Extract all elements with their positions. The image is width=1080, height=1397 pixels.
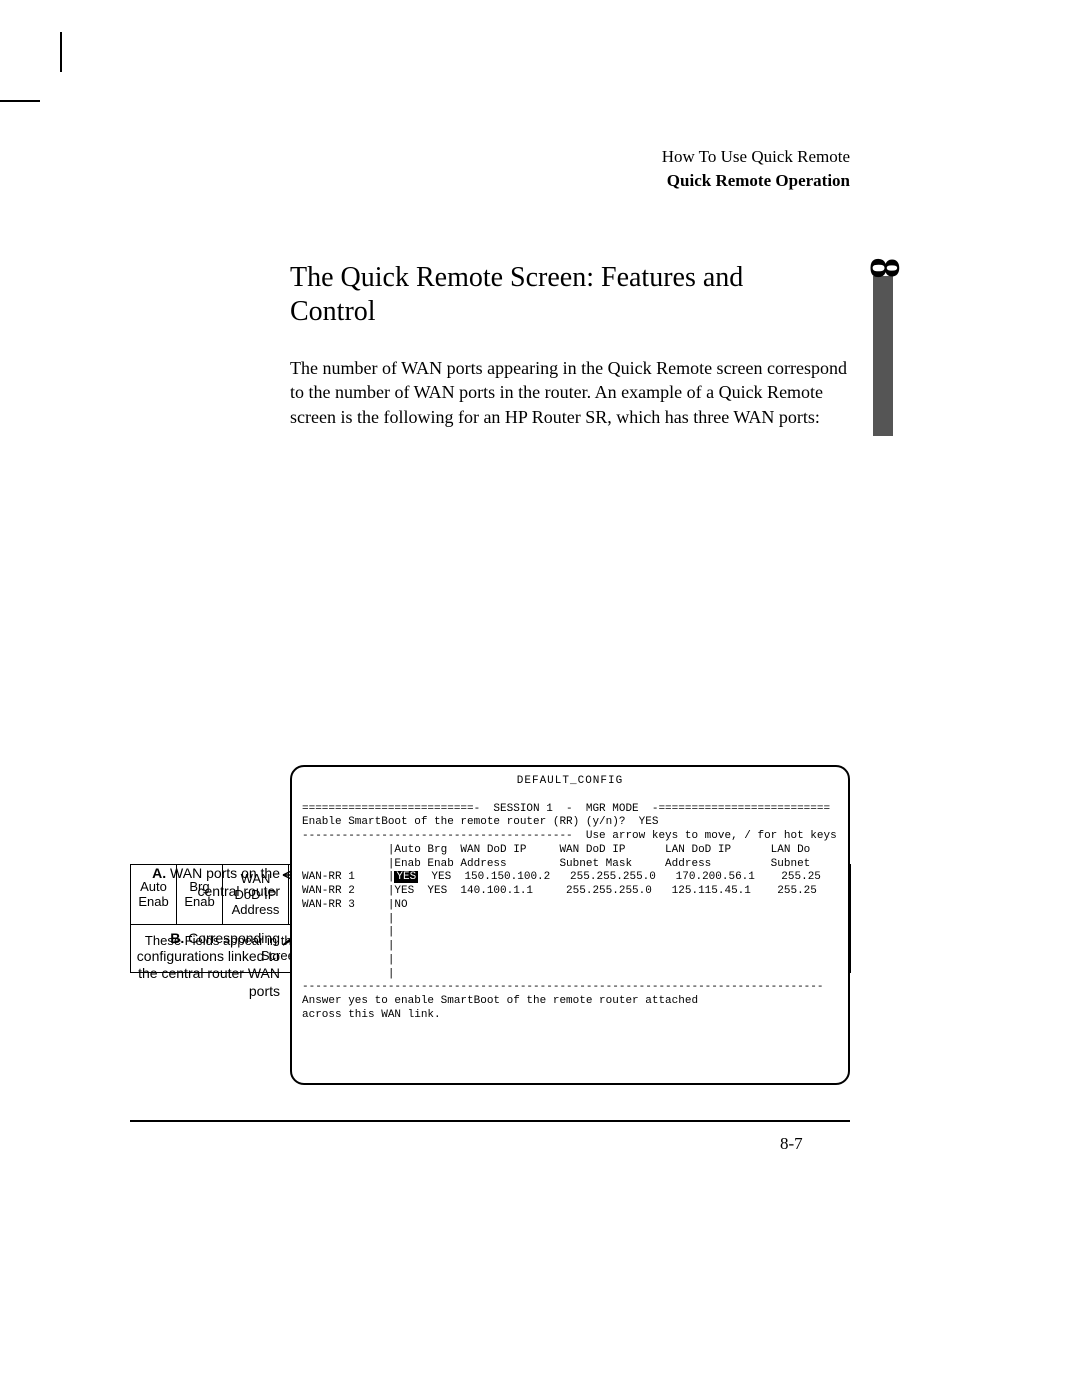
running-header: How To Use Quick Remote Quick Remote Ope… bbox=[190, 147, 850, 191]
header-line2: Quick Remote Operation bbox=[190, 171, 850, 191]
terminal-row: WAN-RR 2 |YES YES 140.100.1.1 255.255.25… bbox=[302, 885, 838, 899]
page-number: 8-7 bbox=[780, 1134, 803, 1154]
intro-paragraph: The number of WAN ports appearing in the… bbox=[290, 356, 850, 429]
section-title: The Quick Remote Screen: Features and Co… bbox=[290, 261, 760, 328]
figure-8-3: A. WAN ports on the central router B. Co… bbox=[130, 765, 880, 791]
footer-rule bbox=[130, 1120, 850, 1122]
terminal-screenshot: DEFAULT_CONFIG =========================… bbox=[290, 765, 850, 1085]
header-line1: How To Use Quick Remote bbox=[190, 147, 850, 167]
callout-b: B. Corresponding configurations linked t… bbox=[130, 930, 280, 1000]
terminal-row: WAN-RR 3 |NO bbox=[302, 899, 838, 913]
callout-a: A. WAN ports on the central router bbox=[130, 865, 280, 900]
terminal-row: WAN-RR 1 |YES YES 150.150.100.2 255.255.… bbox=[302, 871, 838, 885]
